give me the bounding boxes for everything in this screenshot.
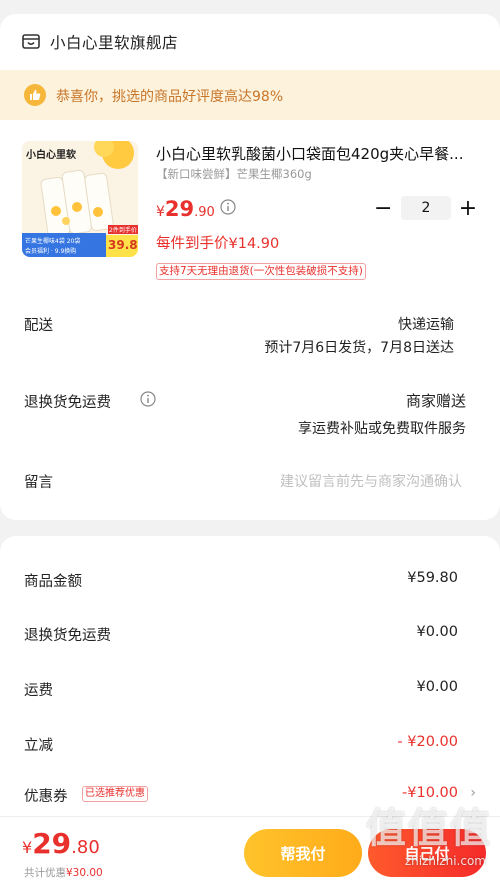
fee-return-free-value: ¥0.00 bbox=[416, 624, 458, 640]
unit-price: 每件到手价¥14.90 bbox=[156, 236, 280, 252]
fee-row-shipping: 运费 ¥0.00 bbox=[0, 673, 500, 703]
return-shipping-desc: 享运费补贴或免费取件服务 bbox=[298, 421, 466, 437]
total-price: ¥29.80 bbox=[22, 827, 100, 860]
saved-amount: ¥30.00 bbox=[66, 867, 103, 879]
delivery-label: 配送 bbox=[24, 318, 53, 334]
message-input[interactable]: 建议留言前先与商家沟通确认 bbox=[280, 471, 462, 491]
return-shipping-value: 商家赠送 bbox=[405, 392, 466, 410]
fee-discount-value: - ¥20.00 bbox=[397, 734, 458, 750]
return-policy-tag: 支持7天无理由退货(一次性包装破损不支持) bbox=[156, 263, 366, 280]
fee-goods-label: 商品金额 bbox=[24, 574, 82, 590]
product-image-price: 39.8 bbox=[108, 238, 138, 252]
fee-coupon-value: -¥10.00 bbox=[402, 785, 458, 801]
chevron-right-icon: › bbox=[470, 785, 476, 801]
total-symbol: ¥ bbox=[22, 838, 33, 857]
coupon-tag: 已选推荐优惠 bbox=[82, 786, 148, 802]
product-image-banner-line2: 会员福利 · 9.9换购 bbox=[25, 248, 77, 255]
quantity-input[interactable]: 2 bbox=[401, 196, 451, 220]
self-pay-button[interactable]: 自己付 bbox=[368, 829, 486, 877]
fee-row-return-free: 退换货免运费 ¥0.00 bbox=[0, 618, 500, 648]
quantity-increase-button[interactable]: + bbox=[458, 198, 478, 220]
thumbs-up-icon bbox=[24, 84, 46, 106]
price-info-icon[interactable] bbox=[220, 199, 236, 215]
fee-row-discount: 立减 - ¥20.00 bbox=[0, 728, 500, 758]
product-image[interactable]: 小白心里软 2件到手价 芒果生椰味4袋 20袋 会员福利 · 9.9换购 39.… bbox=[22, 141, 138, 257]
quantity-decrease-button[interactable]: − bbox=[374, 198, 392, 220]
price-decimal: .90 bbox=[194, 205, 215, 220]
product-image-banner-line1: 芒果生椰味4袋 20袋 bbox=[25, 238, 81, 245]
product-price: ¥29.90 bbox=[156, 197, 215, 221]
return-shipping-label: 退换货免运费 bbox=[24, 395, 111, 411]
total-integer: 29 bbox=[32, 827, 72, 860]
return-shipping-info-icon[interactable] bbox=[140, 391, 156, 407]
total-decimal: .80 bbox=[71, 837, 100, 858]
saved-prefix: 共计优惠 bbox=[24, 867, 66, 879]
fee-shipping-value: ¥0.00 bbox=[416, 679, 458, 695]
delivery-method: 快递运输 bbox=[398, 317, 454, 333]
fee-row-coupon[interactable]: 优惠券 已选推荐优惠 -¥10.00 › bbox=[0, 779, 500, 809]
product-image-badge: 2件到手价 bbox=[108, 225, 138, 234]
price-integer: 29 bbox=[164, 197, 195, 221]
price-symbol: ¥ bbox=[156, 204, 165, 220]
product-title[interactable]: 小白心里软乳酸菌小口袋面包420g夹心早餐... bbox=[156, 143, 480, 164]
fee-discount-label: 立减 bbox=[24, 738, 53, 754]
fee-row-goods: 商品金额 ¥59.80 bbox=[0, 564, 500, 594]
fee-return-free-label: 退换货免运费 bbox=[24, 628, 111, 644]
order-card: 小白心里软旗舰店 恭喜你，挑选的商品好评度高达98% 小白心里软 2件到手价 芒… bbox=[0, 14, 500, 520]
praise-notice: 恭喜你，挑选的商品好评度高达98% bbox=[0, 70, 500, 120]
message-label: 留言 bbox=[24, 475, 53, 491]
praise-notice-text: 恭喜你，挑选的商品好评度高达98% bbox=[56, 89, 284, 105]
help-pay-button[interactable]: 帮我付 bbox=[244, 829, 362, 877]
delivery-estimate: 预计7月6日发货，7月8日送达 bbox=[264, 340, 454, 356]
fee-coupon-label: 优惠券 bbox=[24, 789, 68, 805]
product-variant[interactable]: 【新口味尝鲜】芒果生椰360g bbox=[156, 166, 312, 182]
fee-shipping-label: 运费 bbox=[24, 683, 53, 699]
shop-header[interactable]: 小白心里软旗舰店 bbox=[0, 14, 500, 70]
shop-name: 小白心里软旗舰店 bbox=[50, 34, 179, 52]
checkout-bar: ¥29.80 共计优惠¥30.00 帮我付 自己付 bbox=[0, 816, 500, 886]
product-image-brand: 小白心里软 bbox=[26, 150, 76, 161]
total-saved: 共计优惠¥30.00 bbox=[24, 865, 103, 880]
shop-icon bbox=[22, 34, 40, 49]
fee-goods-value: ¥59.80 bbox=[407, 570, 458, 586]
